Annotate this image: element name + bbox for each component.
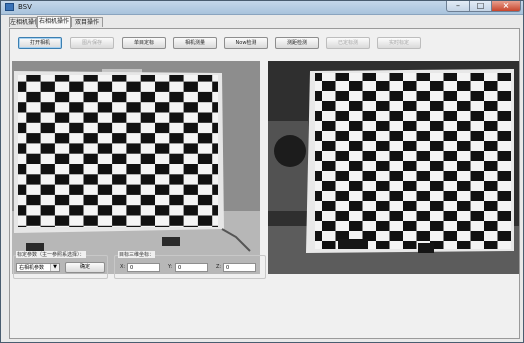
- app-window: BSV – □ × 左相机操作 右相机操作 双目操作 打开相机 图片保存 单目定…: [0, 0, 524, 343]
- distance-detect-button[interactable]: 测距检测: [275, 37, 319, 49]
- save-image-button[interactable]: 图片保存: [70, 37, 114, 49]
- param-select-value: 右相机参数: [19, 265, 45, 271]
- coord-group-label: 目标三维坐标：: [118, 251, 156, 258]
- open-camera-button[interactable]: 打开相机: [18, 37, 62, 49]
- window-title: BSV: [18, 3, 32, 11]
- tab-panel: 打开相机 图片保存 单目定标 相机测量 Now检测 测距检测 已定标测 实时标定: [9, 28, 520, 339]
- y-input[interactable]: 0: [175, 263, 208, 272]
- chevron-down-icon[interactable]: ▼: [50, 264, 59, 271]
- minimize-button[interactable]: –: [446, 1, 470, 12]
- z-label: Z:: [216, 264, 222, 270]
- title-bar[interactable]: BSV – □ ×: [1, 1, 523, 15]
- left-camera-image: [12, 61, 260, 274]
- realtime-calibration-button[interactable]: 实时标定: [377, 37, 421, 49]
- right-camera-image: [268, 61, 519, 274]
- left-camera-view: [12, 61, 260, 274]
- mono-calibration-button[interactable]: 单目定标: [122, 37, 166, 49]
- z-input[interactable]: 0: [223, 263, 256, 272]
- tab-right-camera[interactable]: 右相机操作: [37, 16, 71, 28]
- tab-left-camera[interactable]: 左相机操作: [9, 17, 37, 27]
- camera-measure-button[interactable]: 相机测量: [173, 37, 217, 49]
- x-label: X:: [120, 264, 126, 270]
- calibrated-measure-button[interactable]: 已定标测: [326, 37, 370, 49]
- x-input[interactable]: 0: [127, 263, 160, 272]
- app-icon: [5, 3, 14, 11]
- close-button[interactable]: ×: [492, 1, 521, 12]
- now-detect-button[interactable]: Now检测: [224, 37, 268, 49]
- right-camera-view: [268, 61, 519, 274]
- maximize-button[interactable]: □: [470, 1, 492, 12]
- tab-stereo[interactable]: 双目操作: [71, 17, 103, 27]
- confirm-button[interactable]: 确定: [65, 262, 105, 273]
- y-label: Y:: [168, 264, 173, 270]
- param-select[interactable]: 右相机参数 ▼: [16, 263, 60, 272]
- param-group-label: 标定参数（主一参照系选择）：: [16, 251, 86, 258]
